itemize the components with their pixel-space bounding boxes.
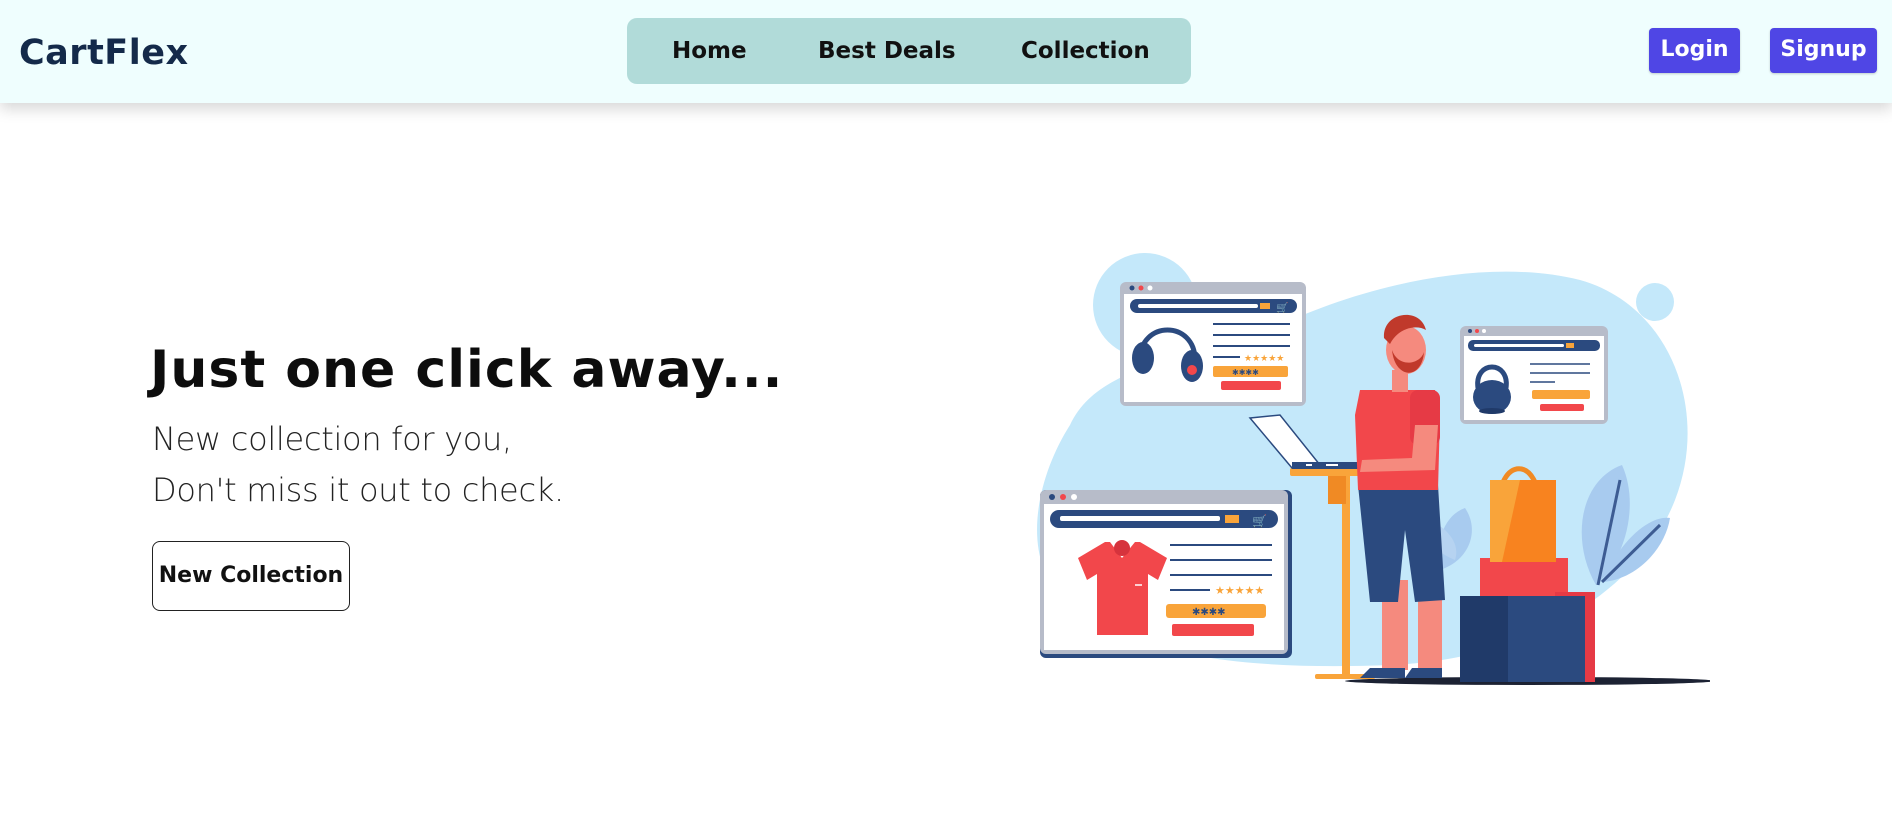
brand-logo[interactable]: CartFlex — [19, 32, 189, 74]
top-navbar: CartFlex Home Best Deals Collection Logi… — [0, 0, 1892, 103]
svg-text:🛒: 🛒 — [1276, 301, 1288, 314]
price-tag: ✱✱✱✱ — [1232, 368, 1259, 377]
main-nav: Home Best Deals Collection — [627, 18, 1191, 84]
price-tag: ✱✱✱✱ — [1192, 607, 1226, 618]
hero-subtitle-line-2: Don't miss it out to check. — [152, 471, 564, 509]
nav-link-collection[interactable]: Collection — [1021, 18, 1150, 84]
product-card-headphones: 🛒 ★★★★★ ✱✱✱✱ — [1120, 282, 1306, 406]
rating-stars: ★★★★★ — [1244, 354, 1284, 364]
svg-text:🛒: 🛒 — [1252, 514, 1267, 528]
shopping-bag-icon — [1490, 466, 1556, 562]
rating-stars: ★★★★★ — [1215, 584, 1264, 597]
hero-subtitle-line-1: New collection for you, — [152, 420, 512, 458]
signup-button[interactable]: Signup — [1770, 28, 1877, 73]
new-collection-button[interactable]: New Collection — [152, 541, 350, 611]
online-shopping-illustration: 🛒 ★★★★★ ✱✱✱✱ 🛒 ★★★★★ ✱✱✱✱ — [1037, 253, 1710, 685]
login-button[interactable]: Login — [1649, 28, 1740, 73]
product-card-kettlebell — [1460, 326, 1608, 424]
product-card-shirt: 🛒 ★★★★★ ✱✱✱✱ — [1040, 490, 1292, 658]
nav-link-best-deals[interactable]: Best Deals — [818, 18, 956, 84]
hero-title: Just one click away... — [150, 340, 784, 400]
nav-link-home[interactable]: Home — [672, 18, 747, 84]
